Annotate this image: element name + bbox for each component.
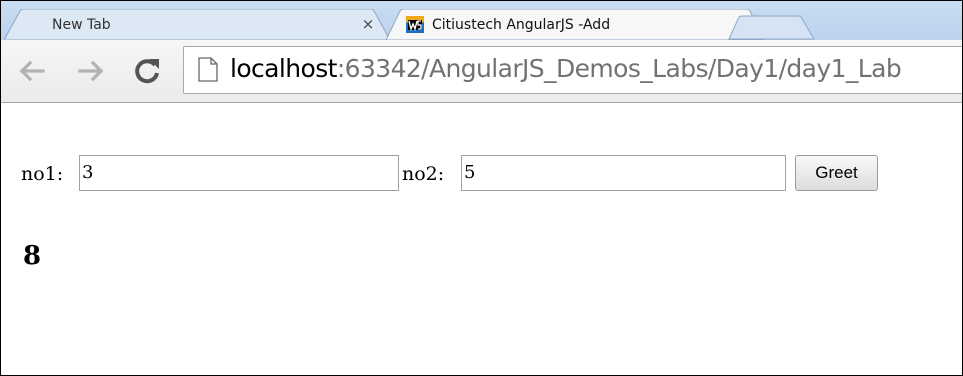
tab-citiustech-angularjs[interactable]: Citiustech AngularJS -Add × (386, 9, 778, 40)
no1-label: no1: (21, 163, 64, 185)
webstorm-ws-icon (406, 16, 424, 33)
browser-toolbar: localhost:63342/AngularJS_Demos_Labs/Day… (1, 40, 962, 103)
no2-input[interactable]: 5 (461, 155, 786, 191)
no1-input[interactable]: 3 (79, 155, 399, 191)
reload-icon[interactable] (132, 56, 162, 86)
greet-button[interactable]: Greet (795, 155, 878, 191)
result-heading: 8 (23, 241, 42, 271)
forward-arrow-icon[interactable] (76, 56, 106, 86)
browser-window: New Tab × Citiustech AngularJS -Add × (0, 0, 963, 376)
new-tab-button[interactable] (728, 15, 820, 40)
url-text: localhost:63342/AngularJS_Demos_Labs/Day… (230, 52, 902, 86)
address-bar[interactable]: localhost:63342/AngularJS_Demos_Labs/Day… (183, 46, 962, 94)
url-host: localhost (230, 54, 337, 83)
back-arrow-icon[interactable] (17, 56, 47, 86)
tab-strip: New Tab × Citiustech AngularJS -Add × (1, 1, 962, 40)
close-icon[interactable]: × (360, 16, 376, 32)
tab-new-tab[interactable]: New Tab × (4, 9, 396, 40)
tab-label: New Tab (52, 17, 111, 33)
no2-label: no2: (402, 163, 445, 185)
tab-label: Citiustech AngularJS -Add (432, 17, 611, 33)
page-content: no1: 3 no2: 5 Greet 8 (1, 103, 962, 375)
page-icon (198, 57, 218, 82)
url-path: :63342/AngularJS_Demos_Labs/Day1/day1_La… (336, 54, 902, 83)
